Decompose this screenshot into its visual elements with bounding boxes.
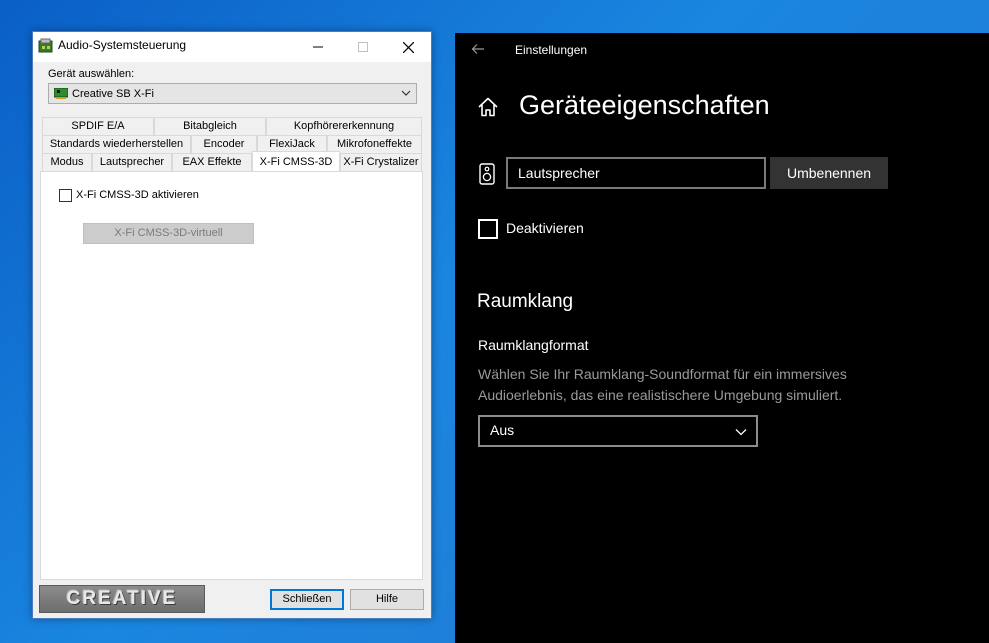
sound-card-icon xyxy=(54,88,68,99)
app-title: Einstellungen xyxy=(515,43,588,57)
maximize-icon xyxy=(358,42,368,52)
tab-xfi-crystalizer[interactable]: X-Fi Crystalizer xyxy=(340,153,422,171)
tab-bitabgleich[interactable]: Bitabgleich xyxy=(154,117,266,135)
tab-eax-effekte[interactable]: EAX Effekte xyxy=(172,153,252,171)
close-window-button[interactable] xyxy=(385,32,431,62)
tab-row-3: Modus Lautsprecher EAX Effekte X-Fi CMSS… xyxy=(42,151,422,171)
spatial-format-select[interactable]: Aus xyxy=(478,415,758,447)
device-select-label: Gerät auswählen: xyxy=(48,68,135,80)
format-label: Raumklangformat xyxy=(478,337,589,353)
rename-button[interactable]: Umbenennen xyxy=(770,157,888,189)
tab-row-2: Standards wiederherstellen Encoder Flexi… xyxy=(42,135,422,153)
speaker-icon xyxy=(479,163,495,185)
close-icon xyxy=(402,41,414,53)
creative-app-icon xyxy=(38,38,53,53)
maximize-button[interactable] xyxy=(340,32,386,62)
home-icon[interactable] xyxy=(477,96,499,118)
tab-modus[interactable]: Modus xyxy=(42,153,92,171)
device-select-value: Creative SB X-Fi xyxy=(72,88,154,100)
creative-logo: CREATIVE xyxy=(39,585,205,613)
audio-control-window: Audio-Systemsteuerung Gerät auswählen: C… xyxy=(32,31,432,619)
minimize-icon xyxy=(313,46,323,48)
cmss-virtual-button[interactable]: X-Fi CMSS-3D-virtuell xyxy=(83,223,254,244)
disable-checkbox[interactable] xyxy=(478,219,498,239)
window-title: Audio-Systemsteuerung xyxy=(58,38,187,52)
cmss-enable-checkbox[interactable] xyxy=(59,189,72,202)
tab-mikrofoneffekte[interactable]: Mikrofoneffekte xyxy=(327,135,422,153)
tab-spdif[interactable]: SPDIF E/A xyxy=(42,117,154,135)
format-select-value: Aus xyxy=(490,422,515,438)
tab-lautsprecher[interactable]: Lautsprecher xyxy=(92,153,172,171)
close-button[interactable]: Schließen xyxy=(270,589,344,610)
minimize-button[interactable] xyxy=(295,32,341,62)
cmss-3d-panel: X-Fi CMSS-3D aktivieren X-Fi CMSS-3D-vir… xyxy=(40,171,423,580)
tab-row-1: SPDIF E/A Bitabgleich Kopfhörererkennung xyxy=(42,117,422,135)
device-select[interactable]: Creative SB X-Fi xyxy=(48,83,417,104)
chevron-down-icon xyxy=(401,90,411,96)
format-description: Wählen Sie Ihr Raumklang-Soundformat für… xyxy=(478,366,847,403)
back-arrow-icon[interactable] xyxy=(471,42,485,56)
title-bar[interactable]: Audio-Systemsteuerung xyxy=(33,32,431,62)
settings-window: Einstellungen Geräteeigenschaften Lautsp… xyxy=(455,33,989,643)
page-title: Geräteeigenschaften xyxy=(519,90,770,120)
device-name-input[interactable]: Lautsprecher xyxy=(506,157,766,189)
section-title: Raumklang xyxy=(477,291,574,312)
tab-xfi-cmss-3d[interactable]: X-Fi CMSS-3D xyxy=(252,151,340,171)
help-button[interactable]: Hilfe xyxy=(350,589,424,610)
disable-label: Deaktivieren xyxy=(506,220,584,236)
tab-kopfhoerererkennung[interactable]: Kopfhörererkennung xyxy=(266,117,422,135)
chevron-down-icon xyxy=(735,429,747,436)
cmss-enable-label: X-Fi CMSS-3D aktivieren xyxy=(76,189,199,201)
tab-encoder[interactable]: Encoder xyxy=(191,135,257,153)
tab-standards-wiederherstellen[interactable]: Standards wiederherstellen xyxy=(42,135,191,153)
